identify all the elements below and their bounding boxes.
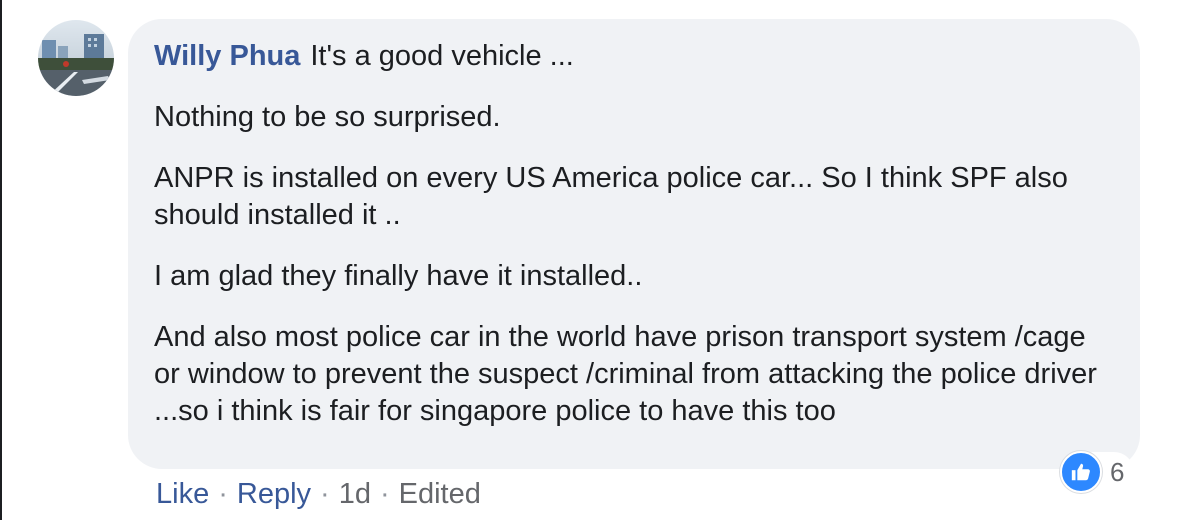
thumbs-up-glyph xyxy=(1071,463,1090,481)
separator-dot: · xyxy=(379,478,390,510)
author-name[interactable]: Willy Phua xyxy=(154,40,300,72)
thumbs-up-icon xyxy=(1060,451,1102,493)
separator-dot: · xyxy=(218,478,228,510)
edited-label[interactable]: Edited xyxy=(399,476,481,512)
comment-paragraph: Nothing to be so surprised. xyxy=(154,101,501,133)
comment-paragraph: I am glad they finally have it installed… xyxy=(154,260,643,292)
reply-button[interactable]: Reply xyxy=(237,476,311,512)
comment-bubble: Willy Phua It's a good vehicle ... Nothin… xyxy=(128,19,1140,469)
comment-text: It's a good vehicle ... xyxy=(310,40,574,72)
reaction-summary[interactable]: 6 xyxy=(1060,451,1135,493)
comment-frame: Willy Phua It's a good vehicle ... Nothin… xyxy=(0,0,1200,520)
avatar[interactable] xyxy=(38,20,114,96)
separator-dot: · xyxy=(320,478,330,510)
like-button[interactable]: Like xyxy=(156,476,209,512)
comment-actions: Like · Reply · 1d · Edited xyxy=(156,476,481,512)
comment-paragraph: ANPR is installed on every US America po… xyxy=(154,162,1068,231)
left-divider xyxy=(0,0,2,520)
reaction-count: 6 xyxy=(1110,456,1125,487)
comment-paragraph: And also most police car in the world ha… xyxy=(154,321,1097,427)
timestamp[interactable]: 1d xyxy=(339,476,371,512)
avatar-image xyxy=(38,20,114,96)
comment-first-paragraph: Willy Phua It's a good vehicle ... xyxy=(154,38,1110,75)
